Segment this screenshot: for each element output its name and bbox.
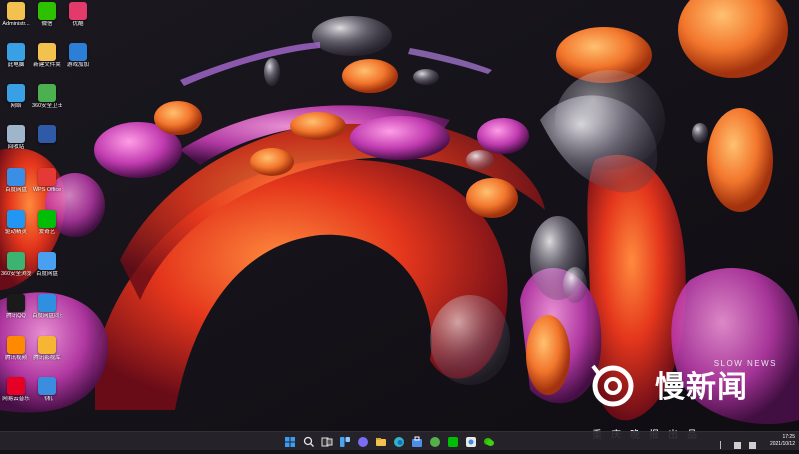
task-view-icon[interactable] (321, 435, 333, 447)
desktop-icon-label: 腾讯视频 (4, 355, 27, 361)
wechat-icon (38, 2, 56, 20)
clock[interactable]: 17:25 2021/10/12 (770, 434, 795, 447)
desktop-icon-label: 回收站 (7, 144, 25, 150)
desktop-icon-label: 腾讯QQ (6, 313, 26, 319)
wechat-icon[interactable] (483, 435, 495, 447)
driver-icon (7, 210, 25, 228)
wps-icon (38, 168, 56, 186)
desktop-icon-label: 爱奇艺 (38, 229, 56, 235)
desktop-icon[interactable]: 网易云音乐 (1, 377, 31, 402)
tencent-video-icon (7, 336, 25, 354)
tray (720, 436, 756, 454)
desktop-icon[interactable]: 游戏加加 (63, 43, 93, 68)
desktop-icon-label: 此电脑 (7, 62, 25, 68)
desktop-icon[interactable]: 此电脑 (1, 43, 31, 68)
plane-game-icon (38, 377, 56, 395)
iqiyi-icon (38, 210, 56, 228)
desktop-icon-label: 腾讯影视库 (33, 355, 61, 361)
desktop-icon[interactable]: 网络 (1, 84, 31, 109)
computer-icon (7, 43, 25, 61)
network-icon (7, 84, 25, 102)
desktop-icon-label: 优酷 (72, 21, 84, 27)
volume-icon[interactable] (748, 442, 756, 449)
desktop-icon[interactable]: 腾讯QQ (1, 294, 31, 319)
netdisk-icon[interactable] (465, 435, 477, 447)
desktop-icon-label: 网络 (10, 103, 22, 109)
desktop-icon-label: 百度网盘 (4, 187, 27, 193)
widgets-icon[interactable] (339, 435, 351, 447)
start-icon[interactable] (284, 435, 296, 447)
desktop-icon-label: 360安全卫士 (32, 103, 62, 109)
desktop-icon[interactable]: 腾讯影视库 (32, 336, 62, 361)
folder-icon (38, 43, 56, 61)
desktop-icon[interactable]: 优酷 (63, 2, 93, 27)
youku-icon (69, 2, 87, 20)
qq-icon (7, 294, 25, 312)
desktop-icon-label: 新建文件夹 (33, 62, 61, 68)
desktop-icon[interactable]: 驱动精灵 (1, 210, 31, 235)
folder-icon (7, 2, 25, 20)
360-security-icon (38, 84, 56, 102)
desktop-icon[interactable]: 360安全浏览器 (1, 252, 31, 277)
desktop-icon-label: 微信 (41, 21, 53, 27)
desktop-icon[interactable]: 回收站 (1, 125, 31, 150)
desktop-icon-label: 游戏加加 (66, 62, 89, 68)
desktop-icon-label: 百度网盘 (35, 271, 58, 277)
desktop-icon-label: 360安全浏览器 (1, 271, 31, 277)
sync-icon (38, 294, 56, 312)
desktop-icon[interactable]: 飞机 (32, 377, 62, 402)
desktop-icon[interactable]: 百度网盘同步空间 (32, 294, 62, 319)
recycle-bin-icon (7, 125, 25, 143)
edge-icon[interactable] (393, 435, 405, 447)
desktop-icon-label: WPS Office (32, 187, 62, 193)
desktop-icon[interactable]: 爱奇艺 (32, 210, 62, 235)
baidu-netdisk-icon (38, 252, 56, 270)
search-icon[interactable] (303, 435, 315, 447)
network-icon[interactable] (734, 442, 742, 449)
app-shortcut-icon (38, 125, 56, 143)
clock-date: 2021/10/12 (769, 440, 795, 447)
desktop-icon[interactable]: Administr... (1, 2, 31, 27)
desktop-icon[interactable]: 腾讯视频 (1, 336, 31, 361)
video-library-icon (38, 336, 56, 354)
iqiyi-icon[interactable] (447, 435, 459, 447)
desktop-icon-label: 网易云音乐 (2, 396, 30, 402)
360-browser-icon (7, 252, 25, 270)
desktop-icon-label: 飞机 (41, 396, 53, 402)
gamebooster-icon (69, 43, 87, 61)
desktop-icon-label: 驱动精灵 (4, 229, 27, 235)
desktop-icon[interactable]: WPS Office (32, 168, 62, 193)
desktop-icon[interactable]: 百度网盘 (32, 252, 62, 277)
desktop-icon[interactable]: 百度网盘 (1, 168, 31, 193)
desktop-icon[interactable]: 360安全卫士 (32, 84, 62, 109)
baidu-netdisk-icon (7, 168, 25, 186)
watermark-title: 慢新闻 (655, 371, 748, 404)
store-icon[interactable] (411, 435, 423, 447)
taskbar: 17:25 2021/10/12 (0, 431, 799, 450)
tray-chevron-icon[interactable] (720, 441, 726, 449)
desktop-icon[interactable] (32, 125, 62, 144)
netease-music-icon (7, 377, 25, 395)
desktop-icon[interactable]: 微信 (32, 2, 62, 27)
desktop-icon[interactable]: 新建文件夹 (32, 43, 62, 68)
chat-icon[interactable] (357, 435, 369, 447)
360-icon[interactable] (429, 435, 441, 447)
desktop-icon-label: Administr... (2, 21, 30, 27)
desktop-icon-label: 百度网盘同步空间 (32, 313, 62, 319)
file-explorer-icon[interactable] (375, 435, 387, 447)
